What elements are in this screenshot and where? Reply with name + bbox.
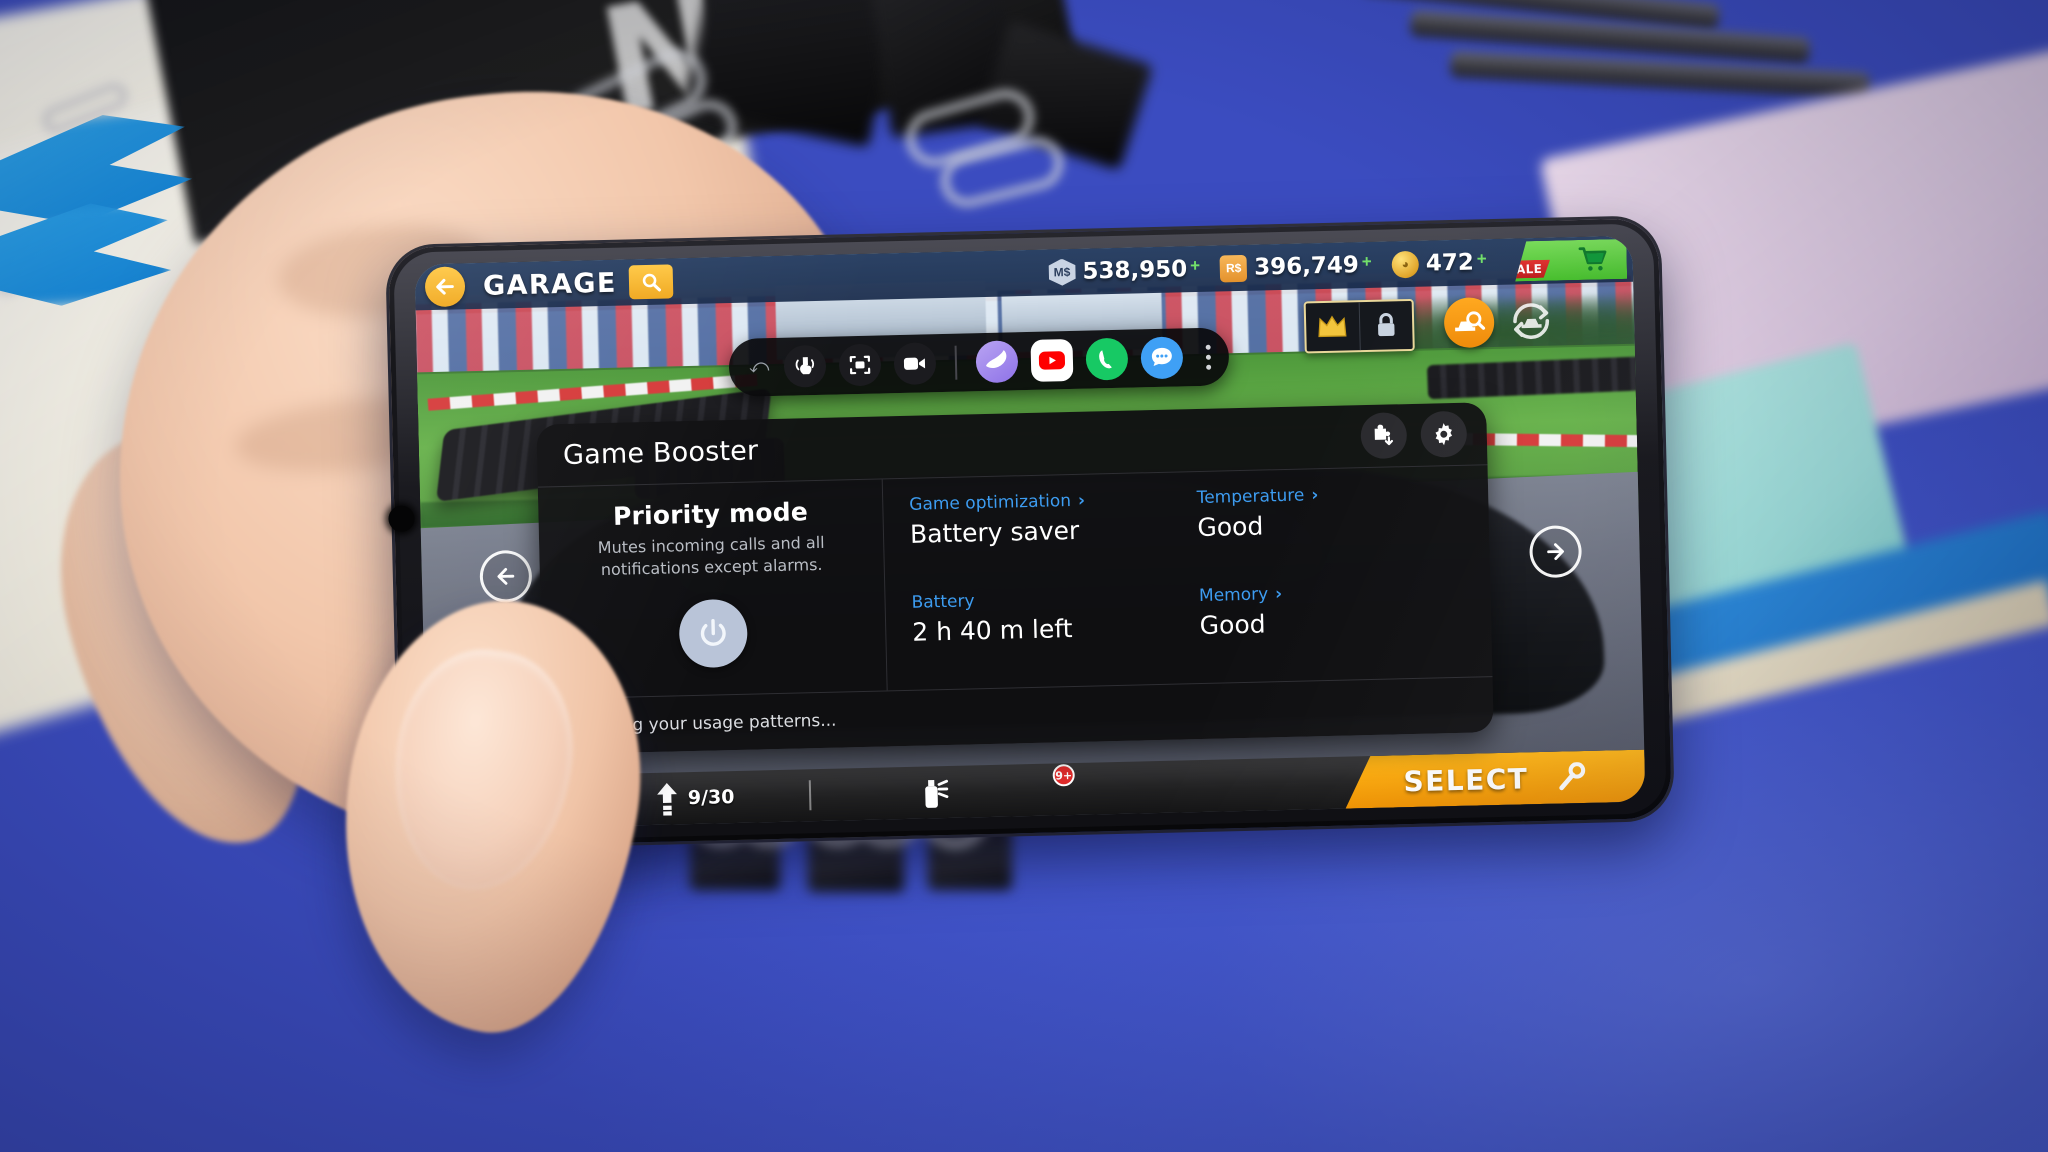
game-booster-header-actions xyxy=(1360,410,1468,460)
stat-label: Battery xyxy=(911,590,975,613)
rs-token-icon: R$ xyxy=(1219,254,1248,282)
car-search-icon xyxy=(1455,311,1486,332)
arrow-left-icon xyxy=(436,278,454,295)
stat-value: Good xyxy=(1197,511,1264,543)
paint-button[interactable]: 9+ xyxy=(811,764,1075,812)
game-tools-floating-bar[interactable]: ⤺ xyxy=(728,327,1230,398)
arrow-left-circle-icon xyxy=(497,567,515,585)
sale-badge: SALE xyxy=(1501,260,1551,279)
game-booster-title: Game Booster xyxy=(562,434,759,471)
screenshot-icon[interactable] xyxy=(838,343,882,387)
more-vertical-icon[interactable] xyxy=(1200,344,1218,370)
arrow-right-circle-icon xyxy=(1547,543,1564,561)
currency-value: 538,950 xyxy=(1082,256,1188,285)
youtube-icon[interactable] xyxy=(1030,338,1074,382)
priority-mode-title: Priority mode xyxy=(612,497,809,531)
samsung-internet-icon[interactable] xyxy=(975,340,1019,384)
upgrade-arrow-icon xyxy=(656,783,677,816)
car-rotate-button[interactable] xyxy=(1506,296,1557,347)
page-title: GARAGE xyxy=(482,267,618,302)
game-booster-panel: Game Booster Priority mode Mutes incomin… xyxy=(536,402,1494,755)
stat-label-row: Temperature › xyxy=(1196,482,1464,508)
shop-button[interactable]: SALE xyxy=(1514,239,1627,282)
gold-coin-icon: ◕ xyxy=(1391,250,1420,278)
stat-label-row: Game optimization › xyxy=(909,489,1177,515)
plugin-download-button[interactable] xyxy=(1360,412,1408,460)
priority-mode-description: Mutes incoming calls and all notificatio… xyxy=(597,532,825,579)
chevron-right-icon: › xyxy=(1311,485,1319,506)
currency-value: 472 xyxy=(1425,249,1475,277)
shopping-cart-icon xyxy=(1570,244,1615,275)
stat-value: Good xyxy=(1199,608,1266,640)
drag-handle-icon[interactable]: ⤺ xyxy=(749,356,770,378)
select-label: SELECT xyxy=(1403,761,1529,798)
toolbar-divider xyxy=(954,345,958,380)
crown-icon xyxy=(1318,315,1347,338)
gear-icon xyxy=(1435,423,1453,446)
stat-label: Temperature xyxy=(1196,485,1305,509)
game-booster-body: Priority mode Mutes incoming calls and a… xyxy=(537,464,1493,699)
padlock-icon xyxy=(1377,313,1395,337)
stat-label: Memory xyxy=(1198,583,1269,606)
currency-plus[interactable]: + xyxy=(1476,249,1486,269)
stat-label: Game optimization xyxy=(909,491,1072,515)
settings-button[interactable] xyxy=(1420,410,1468,458)
stat-memory[interactable]: Memory › Good xyxy=(1199,579,1468,673)
currency-ms[interactable]: M$ 538,950 + xyxy=(1048,255,1200,286)
messages-icon[interactable] xyxy=(1140,336,1184,380)
status-grid: Game optimization › Battery saver Temper… xyxy=(883,465,1493,690)
crown-slot xyxy=(1306,302,1360,351)
wrench-icon xyxy=(1556,762,1587,793)
car-rotate-icon xyxy=(1513,303,1550,340)
power-icon xyxy=(700,619,726,647)
photo-scene: NB xyxy=(0,0,2048,1152)
plugin-download-icon xyxy=(1374,424,1394,446)
stat-value: 2 h 40 m left xyxy=(911,613,1073,647)
touch-lock-icon[interactable] xyxy=(783,344,827,388)
currency-plus[interactable]: + xyxy=(1362,251,1372,271)
stat-battery[interactable]: Battery 2 h 40 m left xyxy=(911,586,1180,680)
currency-rs[interactable]: R$ 396,749 + xyxy=(1219,251,1372,282)
currency-plus[interactable]: + xyxy=(1190,255,1200,275)
lock-slot xyxy=(1359,301,1413,350)
stat-game-optimization[interactable]: Game optimization › Battery saver xyxy=(909,489,1178,583)
chevron-right-icon: › xyxy=(1274,583,1283,604)
currency-value: 396,749 xyxy=(1253,252,1360,281)
spray-paint-icon xyxy=(925,779,949,808)
chevron-right-icon: › xyxy=(1077,490,1086,511)
record-video-icon[interactable] xyxy=(893,342,937,386)
stat-label-row: Memory › xyxy=(1198,579,1467,606)
paint-badge: 9+ xyxy=(1052,764,1075,787)
search-icon xyxy=(642,273,661,292)
phone-icon[interactable] xyxy=(1085,337,1129,381)
stat-value: Battery saver xyxy=(909,515,1080,549)
ms-token-icon: M$ xyxy=(1048,258,1076,286)
stat-temperature[interactable]: Temperature › Good xyxy=(1196,482,1465,576)
stat-label-row: Battery xyxy=(911,586,1179,612)
select-button[interactable]: SELECT xyxy=(1344,750,1645,809)
upgrade-count: 9/30 xyxy=(687,786,735,810)
vip-locked-badge[interactable] xyxy=(1303,298,1415,354)
currency-gold[interactable]: ◕ 472 + xyxy=(1391,249,1488,278)
game-back-button[interactable] xyxy=(424,266,466,308)
priority-mode-toggle[interactable] xyxy=(678,598,749,669)
garage-search-button[interactable] xyxy=(628,264,674,300)
